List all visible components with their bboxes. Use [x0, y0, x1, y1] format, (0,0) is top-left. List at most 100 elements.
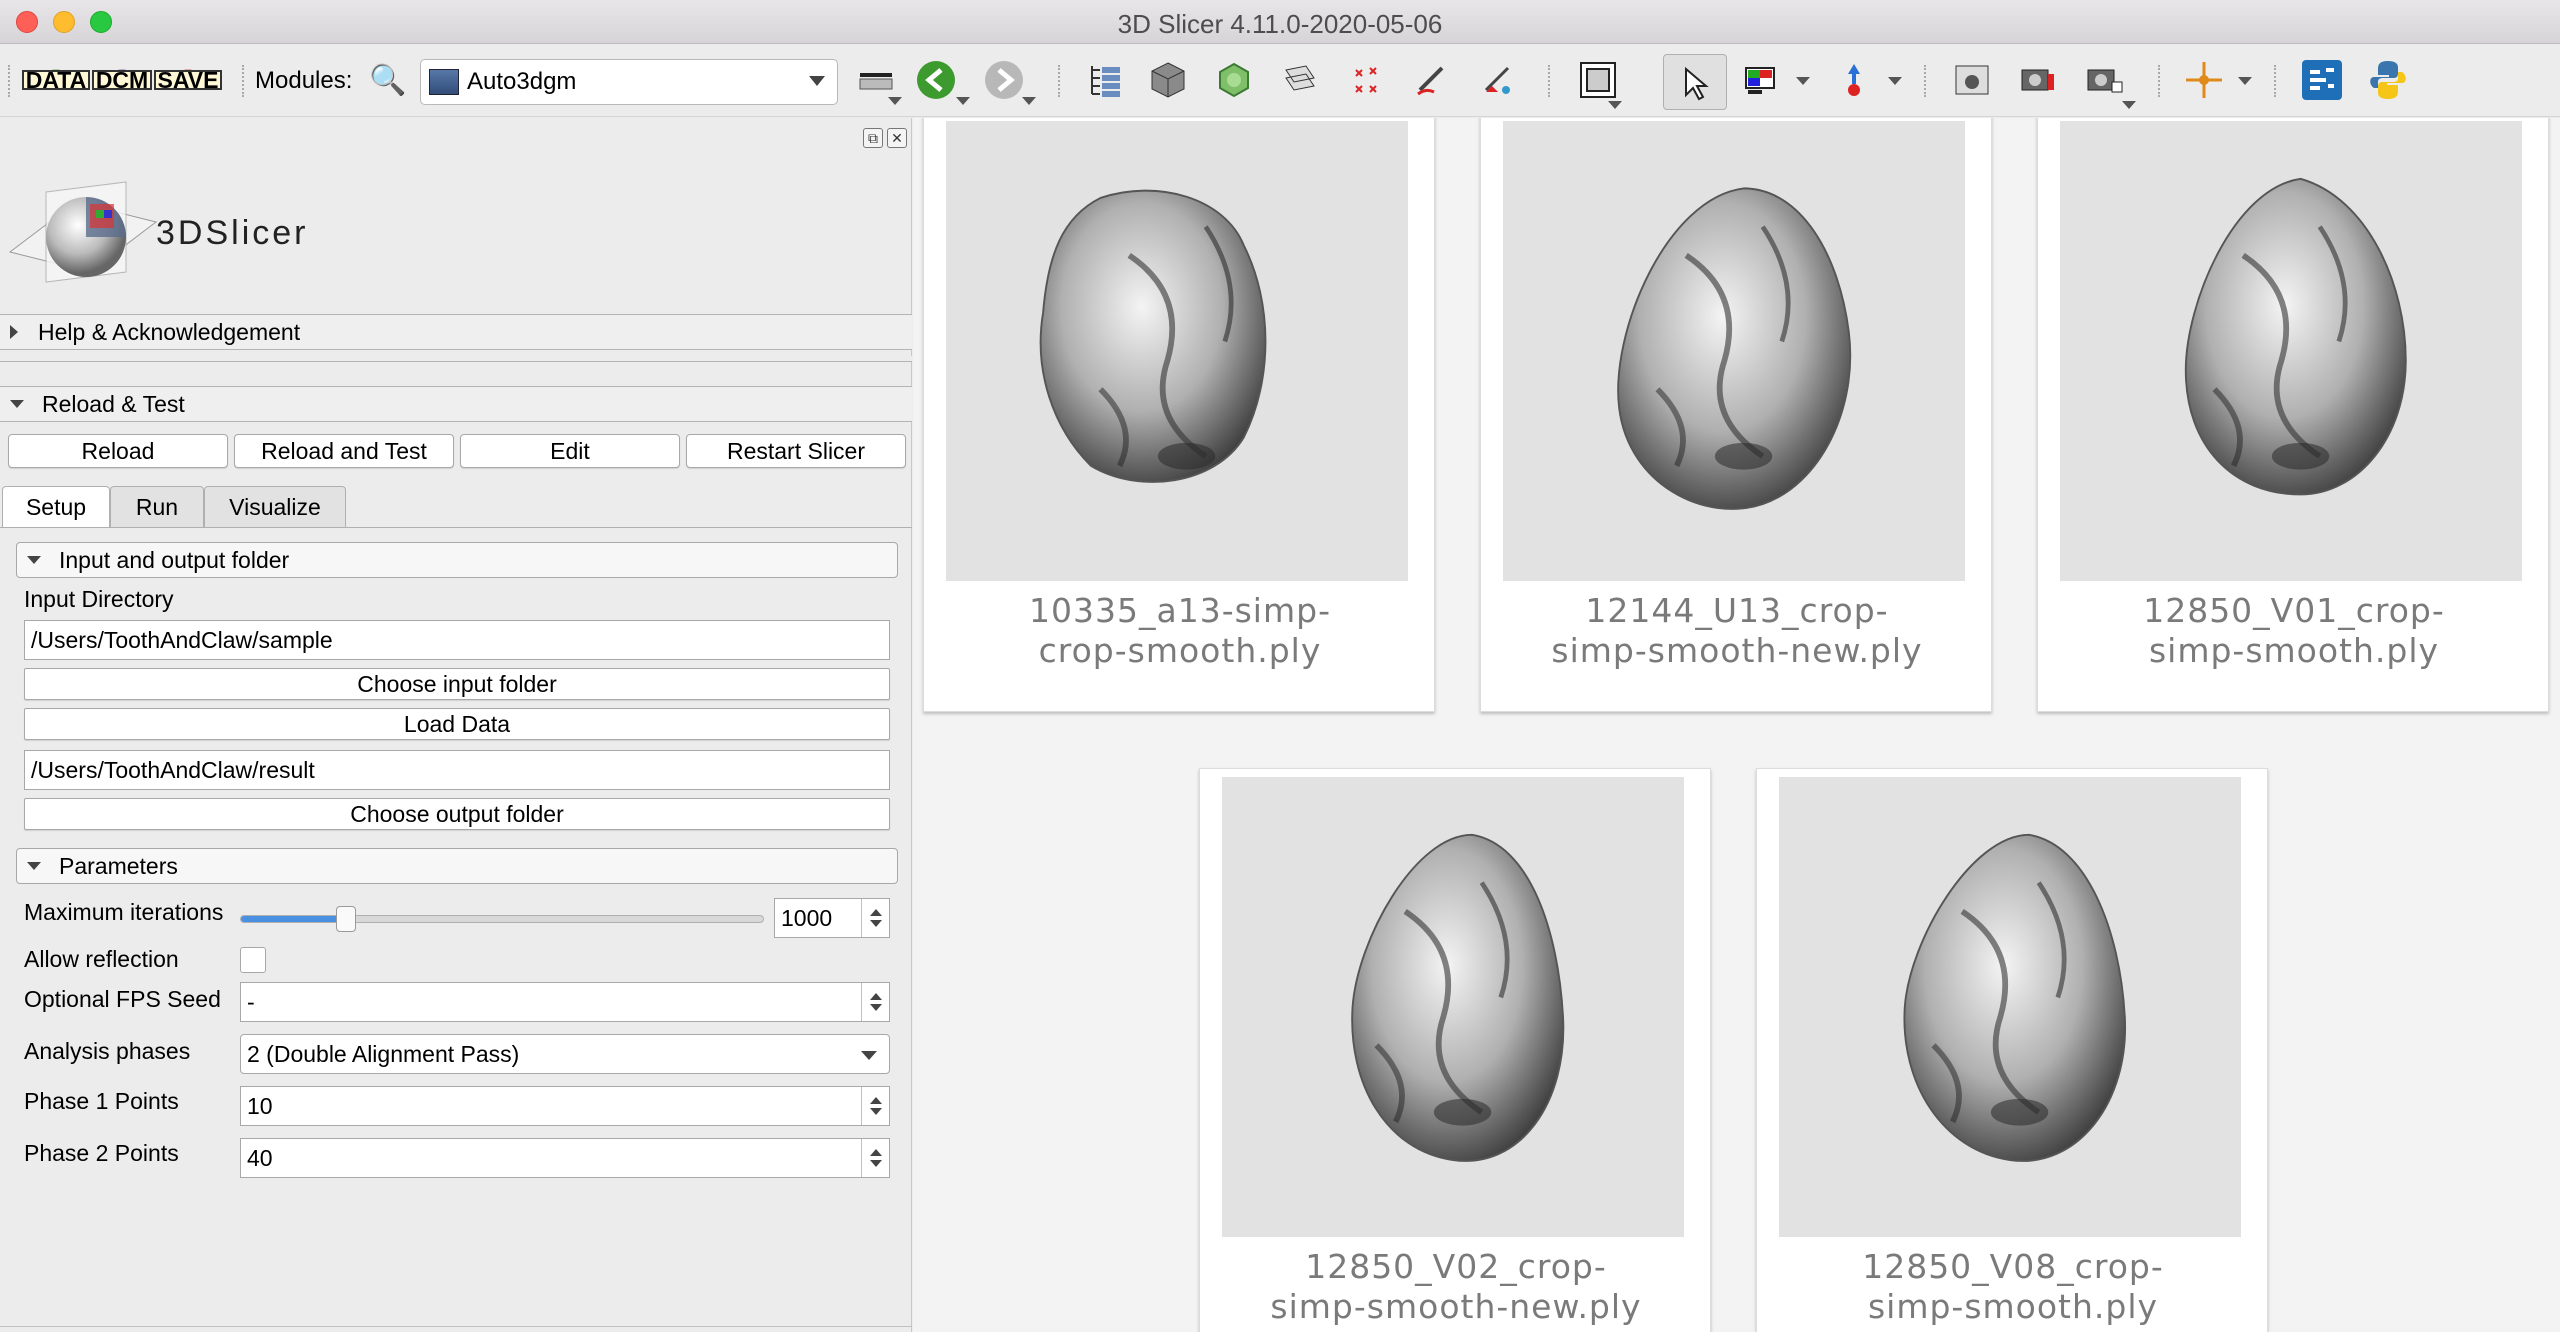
fps-seed-spinbox[interactable]: - — [240, 982, 890, 1022]
window-level-button[interactable] — [1738, 55, 1786, 105]
choose-output-folder-button[interactable]: Choose output folder — [24, 798, 890, 830]
annotation-button[interactable] — [1474, 55, 1522, 105]
restart-slicer-button[interactable]: Restart Slicer — [686, 434, 906, 468]
mesh-thumbnail-card[interactable]: 10335_a13-simp-crop-smooth.ply — [923, 118, 1435, 712]
io-section-header[interactable]: Input and output folder — [16, 542, 898, 578]
help-section-header[interactable]: Help & Acknowledgement — [0, 314, 912, 350]
mesh-thumbnail-image — [2060, 121, 2522, 581]
spin-buttons[interactable] — [861, 1139, 889, 1177]
python-console-button[interactable] — [2364, 55, 2412, 105]
slicer-logo-text: 3DSlicer — [156, 214, 309, 252]
spin-up-icon[interactable] — [869, 1149, 882, 1156]
transforms-icon — [1285, 65, 1315, 91]
chevron-down-icon[interactable] — [2122, 101, 2136, 109]
mesh-thumbnail-card[interactable]: 12850_V08_crop-simp-smooth.ply — [1756, 768, 2268, 1332]
undock-icon[interactable]: ⧉ — [863, 128, 883, 148]
spin-buttons[interactable] — [861, 899, 889, 937]
choose-input-folder-button[interactable]: Choose input folder — [24, 668, 890, 700]
tab-run[interactable]: Run — [110, 486, 204, 528]
mesh-filename-line1: 10335_a13-simp- — [1029, 591, 1331, 630]
models-button[interactable] — [1210, 55, 1258, 105]
spin-down-icon[interactable] — [869, 1004, 882, 1011]
mesh-thumbnail-card[interactable]: 12850_V02_crop-simp-smooth-new.ply — [1199, 768, 1711, 1332]
mesh-filename: 12850_V02_crop-simp-smooth-new.ply — [1200, 1247, 1712, 1327]
mesh-thumbnail-card[interactable]: 12850_V01_crop-simp-smooth.ply — [2037, 118, 2549, 712]
segment-editor-button[interactable] — [1408, 55, 1456, 105]
save-button[interactable]: ⬇ SAVE — [153, 55, 223, 105]
max-iterations-spinbox[interactable]: 1000 — [774, 898, 890, 938]
phase2-points-spinbox[interactable]: 40 — [240, 1138, 890, 1178]
expand-arrow-icon — [10, 325, 18, 339]
back-icon — [917, 61, 955, 99]
scene-view-restore-button[interactable] — [2080, 55, 2128, 105]
place-fiducial-button[interactable] — [1830, 55, 1878, 105]
extension-manager-icon — [2302, 60, 2342, 100]
analysis-phases-combobox[interactable]: 2 (Double Alignment Pass) — [240, 1034, 890, 1074]
tab-setup[interactable]: Setup — [2, 486, 110, 528]
fps-seed-value: - — [247, 988, 255, 1015]
forward-button[interactable] — [980, 55, 1028, 105]
transforms-button[interactable] — [1276, 55, 1324, 105]
edit-button[interactable]: Edit — [460, 434, 680, 468]
scene-view-button[interactable] — [2014, 55, 2062, 105]
chevron-down-icon[interactable] — [888, 97, 902, 105]
reload-and-test-button[interactable]: Reload and Test — [234, 434, 454, 468]
slider-handle[interactable] — [336, 906, 356, 932]
layout-icon — [859, 73, 893, 90]
section-divider — [0, 356, 912, 362]
data-button-label: DATA — [21, 69, 91, 92]
layout-button[interactable] — [1574, 55, 1622, 105]
reload-section-header[interactable]: Reload & Test — [0, 386, 912, 422]
analysis-phases-value: 2 (Double Alignment Pass) — [247, 1040, 520, 1067]
spin-down-icon[interactable] — [869, 920, 882, 927]
module-selector[interactable]: Auto3dgm — [420, 59, 838, 105]
reload-section-label: Reload & Test — [42, 390, 185, 417]
module-search-icon[interactable]: 🔍 — [364, 55, 412, 105]
spin-down-icon[interactable] — [869, 1160, 882, 1167]
max-iterations-slider[interactable] — [240, 906, 764, 932]
tab-visualize[interactable]: Visualize — [204, 486, 346, 528]
volumes-button[interactable] — [1144, 55, 1192, 105]
extension-manager-button[interactable] — [2298, 55, 2346, 105]
spin-up-icon[interactable] — [869, 1097, 882, 1104]
load-dicom-button[interactable]: ⬇ DCM — [91, 55, 153, 105]
chevron-down-icon[interactable] — [1608, 101, 1622, 109]
chevron-down-icon[interactable] — [1022, 97, 1036, 105]
back-button[interactable] — [912, 55, 960, 105]
chevron-down-icon[interactable] — [1888, 77, 1902, 85]
parameters-section-header[interactable]: Parameters — [16, 848, 898, 884]
output-directory-field[interactable]: /Users/ToothAndClaw/result — [24, 750, 890, 790]
python-icon — [2370, 61, 2406, 99]
data-module-icon — [1091, 66, 1120, 97]
data-module-button[interactable] — [1080, 55, 1128, 105]
phase1-points-spinbox[interactable]: 10 — [240, 1086, 890, 1126]
models-icon — [1219, 62, 1249, 98]
spin-buttons[interactable] — [861, 1087, 889, 1125]
max-iterations-value: 1000 — [781, 904, 833, 931]
screenshot-icon — [1955, 65, 1989, 95]
screenshot-button[interactable] — [1948, 55, 1996, 105]
markups-button[interactable] — [1342, 55, 1390, 105]
toolbar-separator — [1924, 65, 1928, 97]
toolbar-separator — [1548, 65, 1552, 97]
load-data-button[interactable]: ⬇ DATA — [21, 55, 91, 105]
spin-down-icon[interactable] — [869, 1108, 882, 1115]
load-data-button[interactable]: Load Data — [24, 708, 890, 740]
mouse-mode-view-transform-button[interactable] — [1663, 54, 1727, 110]
close-icon[interactable]: ✕ — [887, 128, 907, 148]
allow-reflection-checkbox[interactable] — [240, 947, 266, 973]
forward-icon — [985, 61, 1023, 99]
spin-up-icon[interactable] — [869, 993, 882, 1000]
chevron-down-icon[interactable] — [956, 97, 970, 105]
toolbar-handle[interactable] — [8, 65, 12, 97]
chevron-down-icon[interactable] — [1796, 77, 1810, 85]
input-directory-field[interactable]: /Users/ToothAndClaw/sample — [24, 620, 890, 660]
tooth-mesh-icon — [2184, 177, 2407, 496]
parameters-section-label: Parameters — [59, 852, 178, 879]
mesh-thumbnail-card[interactable]: 12144_U13_crop-simp-smooth-new.ply — [1480, 118, 1992, 712]
chevron-down-icon[interactable] — [2238, 77, 2252, 85]
crosshair-button[interactable] — [2180, 55, 2228, 105]
spin-up-icon[interactable] — [869, 909, 882, 916]
reload-button[interactable]: Reload — [8, 434, 228, 468]
spin-buttons[interactable] — [861, 983, 889, 1021]
